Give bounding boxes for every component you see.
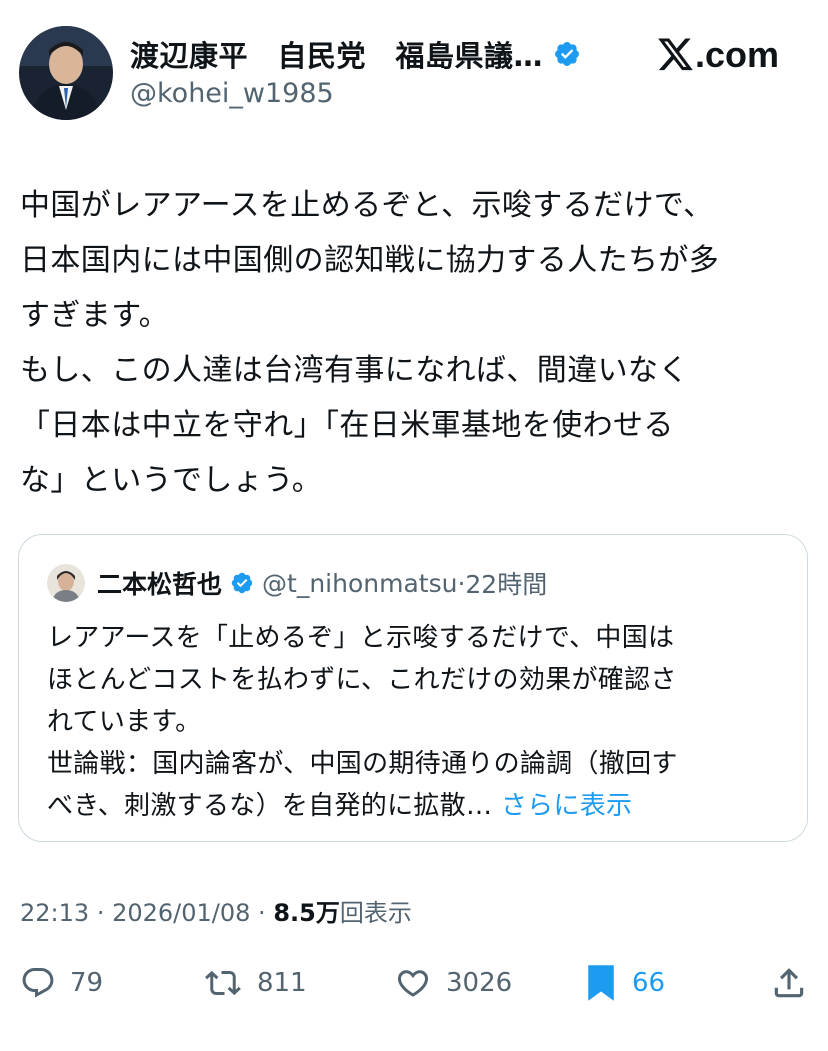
logo-domain-text: com (705, 34, 780, 75)
action-bar: 79 811 3026 66 (0, 958, 828, 1008)
retweet-icon (203, 965, 243, 1001)
tweet-date[interactable]: 2026/01/08 (112, 899, 250, 927)
quoted-tweet-text: レアアースを「止めるぞ」と示唆するだけで、中国は ほとんどコストを払わずに、これ… (47, 617, 787, 827)
retweet-button[interactable]: 811 (203, 958, 307, 1008)
tweet-text: 中国がレアアースを止めるぞと、示唆するだけで、 日本国内には中国側の認知戦に協力… (20, 178, 810, 508)
quoted-line: れています。 (47, 707, 202, 737)
tweet-line: な」というでしょう。 (20, 463, 323, 498)
reply-icon (20, 965, 56, 1001)
tweet-line: すぎます。 (20, 298, 169, 333)
x-logo: . com (658, 33, 779, 77)
separator-dot: · (258, 899, 274, 927)
reply-button[interactable]: 79 (20, 958, 103, 1008)
separator-dot: · (96, 899, 113, 927)
quoted-author-name[interactable]: 二本松哲也 (97, 565, 222, 601)
tweet-meta: 22:13 · 2026/01/08 · 8.5万回表示 (20, 893, 412, 928)
author-avatar[interactable] (19, 26, 113, 120)
like-button[interactable]: 3026 (394, 958, 512, 1008)
quoted-line: ほとんどコストを払わずに、これだけの効果が確認さ (47, 665, 677, 695)
tweet-line: もし、この人達は台湾有事になれば、間違いなく (20, 353, 689, 388)
quoted-author-handle[interactable]: @t_nihonmatsu (262, 569, 457, 598)
quoted-tweet-card[interactable]: 二本松哲也 @t_nihonmatsu · 22時間 レアアースを「止めるぞ」と… (18, 534, 808, 842)
verified-badge-icon (230, 571, 254, 595)
show-more-link[interactable]: さらに表示 (501, 791, 633, 821)
view-count-label: 回表示 (339, 899, 412, 927)
share-icon (770, 964, 808, 1002)
quoted-line-last: べき、刺激するな）を自発的に拡散… さらに表示 (47, 785, 787, 827)
like-count: 3026 (446, 968, 513, 998)
bookmark-icon (584, 963, 618, 1003)
quoted-author-avatar[interactable] (47, 564, 85, 602)
tweet-line: 中国がレアアースを止めるぞと、示唆するだけで、 (20, 188, 714, 223)
view-count: 8.5万 (273, 899, 340, 927)
x-icon (658, 38, 694, 72)
author-name[interactable]: 渡辺康平 自民党 福島県議… (130, 33, 543, 75)
heart-icon (394, 965, 432, 1001)
quoted-line: 世論戦：国内論客が、中国の期待通りの論調（撤回す (47, 749, 678, 779)
quoted-line: べき、刺激するな）を自発的に拡散… (47, 791, 493, 821)
tweet-line: 日本国内には中国側の認知戦に協力する人たちが多 (20, 243, 720, 278)
bookmark-count: 66 (632, 968, 666, 998)
bookmark-button[interactable]: 66 (584, 958, 665, 1008)
quoted-time[interactable]: 22時間 (465, 565, 547, 601)
share-button[interactable] (770, 958, 808, 1008)
tweet-time[interactable]: 22:13 (20, 899, 89, 927)
separator-dot: · (457, 568, 466, 598)
verified-badge-icon (553, 40, 581, 68)
author-handle[interactable]: @kohei_w1985 (130, 78, 334, 109)
retweet-count: 811 (257, 968, 307, 998)
quoted-line: レアアースを「止めるぞ」と示唆するだけで、中国は (47, 623, 675, 653)
reply-count: 79 (70, 968, 104, 998)
tweet-line: 「日本は中立を守れ」「在日米軍基地を使わせる (20, 408, 674, 443)
